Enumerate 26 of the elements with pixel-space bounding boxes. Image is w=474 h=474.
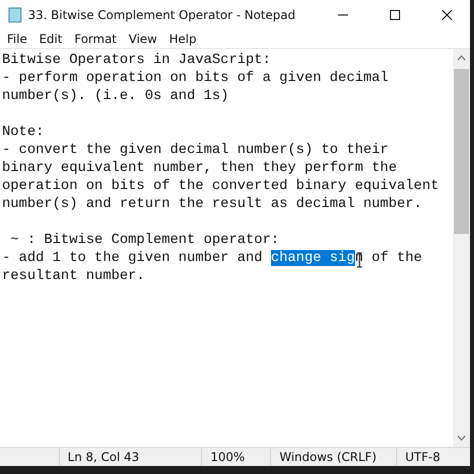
scroll-down-icon[interactable] (457, 435, 466, 441)
text-line: - convert the given decimal number(s) to their (2, 141, 390, 159)
maximize-icon (390, 10, 400, 20)
notepad-icon (8, 7, 22, 23)
text-line: ~ : Bitwise Complement operator: (9, 231, 280, 249)
encoding: UTF-8 (396, 448, 470, 466)
text-line: binary equivalent number, then they perform the (2, 159, 398, 177)
menu-item[interactable]: File (2, 32, 32, 46)
text-line: Bitwise Operators in JavaScript: (2, 51, 272, 69)
text-line: operation on bits of the converted binary equivalent (2, 177, 440, 195)
menu-item[interactable]: View (124, 32, 162, 46)
text-line: Note: (2, 123, 46, 141)
menu-item[interactable]: Edit (34, 32, 68, 46)
zoom-level: 100% (201, 448, 270, 466)
line-ending: Windows (CRLF) (270, 448, 396, 466)
text-line: resultant number. (2, 267, 146, 285)
scroll-up-icon[interactable] (457, 55, 466, 61)
text-line: - perform operation on bits of a given decimal (2, 69, 390, 87)
cursor-position: Ln 8, Col 43 (58, 448, 202, 466)
text-line: number(s) and return the result as decimal number. (2, 195, 424, 213)
close-icon (442, 10, 452, 20)
text-line: number(s). (i.e. 0s and 1s) (2, 87, 230, 105)
window-title: 33. Bitwise Complement Operator - Notepad (28, 8, 296, 22)
menu-item[interactable]: Format (69, 32, 122, 46)
menu-item[interactable]: Help (164, 32, 202, 46)
scrollbar[interactable] (453, 49, 470, 447)
